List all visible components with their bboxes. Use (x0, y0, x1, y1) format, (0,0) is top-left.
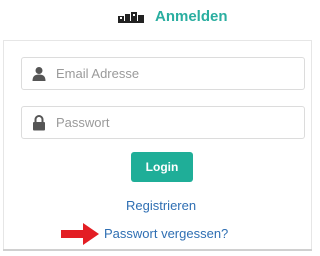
lock-icon (33, 115, 45, 131)
user-icon (32, 67, 46, 81)
password-field-group[interactable] (21, 106, 305, 139)
email-field-group[interactable] (21, 57, 305, 90)
panel-bottom-border (3, 249, 312, 251)
forgot-password-link[interactable]: Passwort vergessen? (104, 226, 228, 241)
page-title: Anmelden (155, 8, 228, 25)
red-arrow-icon (61, 223, 99, 245)
login-button[interactable]: Login (131, 152, 193, 182)
email-input[interactable] (56, 58, 300, 89)
register-link[interactable]: Registrieren (126, 198, 196, 213)
password-input[interactable] (56, 107, 300, 138)
login-page: Anmelden Login Registrieren Passwort ver… (0, 0, 315, 256)
logo-image (118, 12, 144, 23)
login-header: Anmelden (0, 0, 315, 34)
